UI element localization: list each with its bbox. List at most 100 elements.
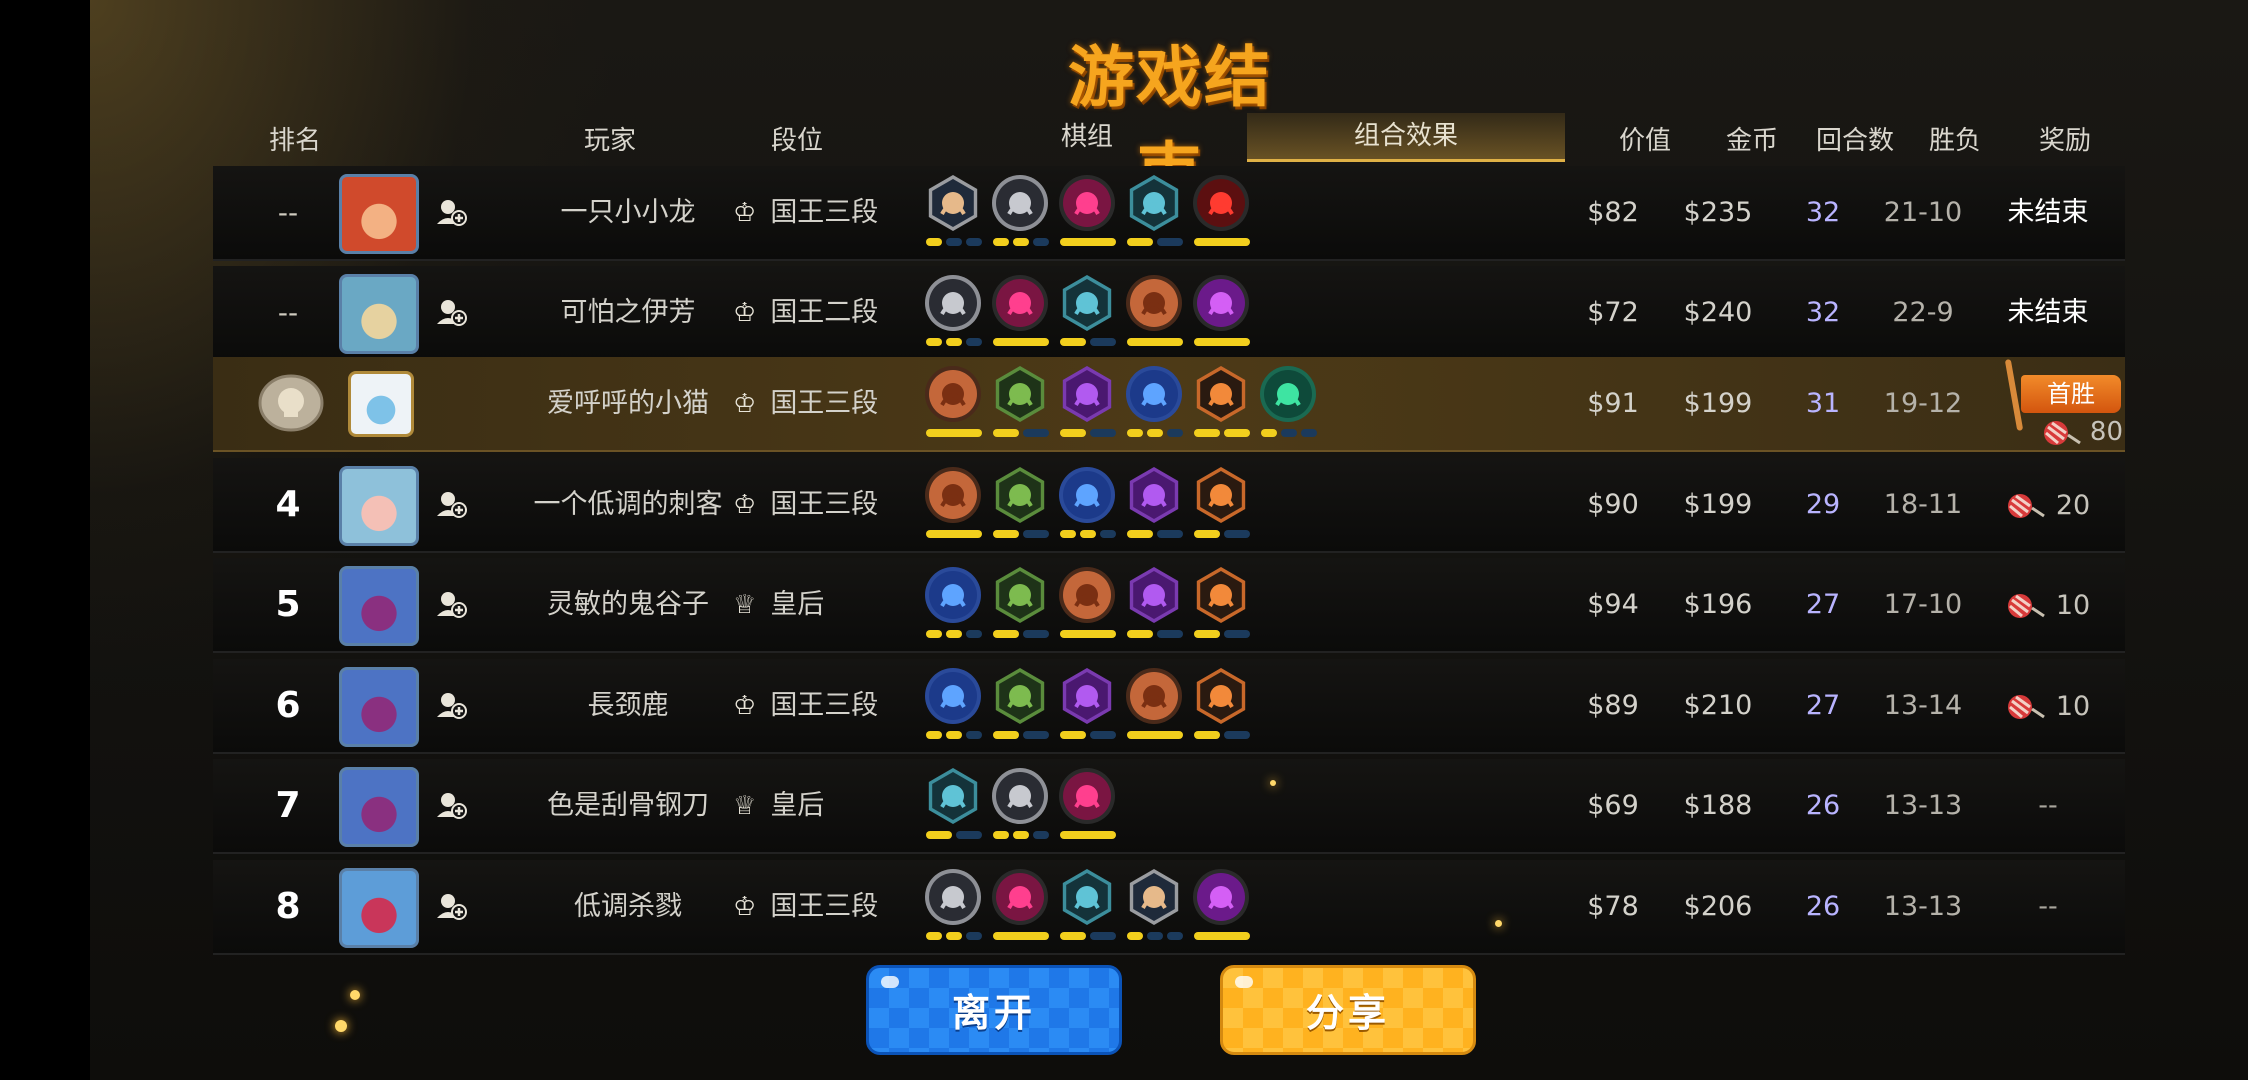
level-bar-inactive [1090, 932, 1116, 940]
king-chess-icon: ♔ [733, 490, 757, 520]
level-bar-inactive [1033, 831, 1049, 839]
hunter-synergy-icon[interactable] [991, 464, 1049, 526]
spark-particle [350, 990, 360, 1000]
orc-synergy-icon[interactable] [924, 363, 982, 425]
mage-synergy-icon[interactable] [1058, 866, 1116, 928]
add-friend-icon[interactable] [435, 689, 467, 721]
level-bar-active [946, 338, 962, 346]
knight-synergy-icon[interactable] [991, 172, 1049, 234]
level-bar-active [1060, 530, 1076, 538]
level-bar-active [1127, 530, 1153, 538]
devil-synergy-icon[interactable] [1192, 272, 1250, 334]
add-friend-icon[interactable] [435, 890, 467, 922]
player-avatar[interactable] [339, 868, 419, 948]
table-row: 爱呼呼的小猫 ♔ 国王三段 $91 $199 31 19-12 首胜 80 [213, 357, 2125, 452]
warrior-synergy-icon[interactable] [924, 172, 982, 234]
player-avatar[interactable] [339, 767, 419, 847]
demon-synergy-icon[interactable] [1058, 172, 1116, 234]
player-avatar[interactable] [339, 667, 419, 747]
player-name: 長颈鹿 [587, 690, 669, 721]
mage-synergy-icon[interactable] [1125, 172, 1183, 234]
level-bar-inactive [946, 238, 962, 246]
level-bar-active [1060, 932, 1086, 940]
druid-synergy-icon[interactable] [1192, 464, 1250, 526]
druid-synergy-icon[interactable] [1192, 363, 1250, 425]
table-row: 7 色是刮骨钢刀 ♕ 皇后 $69 $188 26 13-13 -- [213, 759, 2125, 854]
add-friend-icon[interactable] [435, 196, 467, 228]
druid-synergy-icon[interactable] [1192, 665, 1250, 727]
orc-synergy-icon[interactable] [924, 464, 982, 526]
knight-synergy-icon[interactable] [924, 866, 982, 928]
level-bar-inactive [1301, 429, 1317, 437]
win-loss: 13-14 [1883, 690, 1963, 721]
player-avatar[interactable] [339, 566, 419, 646]
level-bar-inactive [1157, 238, 1183, 246]
player-avatar[interactable] [348, 371, 414, 437]
orc-synergy-icon[interactable] [1125, 272, 1183, 334]
warrior-synergy-icon[interactable] [1125, 866, 1183, 928]
level-bar-inactive [1167, 932, 1183, 940]
header-rounds: 回合数 [1815, 126, 1894, 156]
hunter-synergy-icon[interactable] [991, 363, 1049, 425]
player-avatar[interactable] [339, 174, 419, 254]
king-chess-icon: ♔ [733, 389, 757, 419]
tier-label: 国王三段 [770, 891, 879, 922]
add-friend-icon[interactable] [435, 588, 467, 620]
spark-particle [335, 1020, 347, 1032]
player-avatar[interactable] [339, 274, 419, 354]
druid-synergy-icon[interactable] [1192, 564, 1250, 626]
reward-cell: 未结束 [1973, 166, 2123, 259]
level-bar-active [1194, 238, 1250, 246]
reward-cell: 20 [1973, 458, 2123, 551]
level-bar-inactive [1033, 238, 1049, 246]
demon-synergy-icon[interactable] [1058, 765, 1116, 827]
hunter-synergy-icon[interactable] [991, 564, 1049, 626]
tab-synergy[interactable]: 组合效果 [1247, 113, 1565, 162]
level-bar-active [1060, 630, 1116, 638]
assassin-synergy-icon[interactable] [1125, 363, 1183, 425]
knight-synergy-icon[interactable] [991, 765, 1049, 827]
warlock-synergy-icon[interactable] [1125, 564, 1183, 626]
header-tier: 段位 [770, 126, 823, 156]
assassin-synergy-icon[interactable] [924, 564, 982, 626]
level-bar-inactive [1157, 630, 1183, 638]
player-name: 灵敏的鬼谷子 [547, 589, 709, 620]
orc-synergy-icon[interactable] [1125, 665, 1183, 727]
demon-synergy-icon[interactable] [991, 866, 1049, 928]
warlock-synergy-icon[interactable] [1058, 363, 1116, 425]
assassin-synergy-icon[interactable] [924, 665, 982, 727]
beast-synergy-icon[interactable] [1259, 363, 1317, 425]
mage-synergy-icon[interactable] [924, 765, 982, 827]
level-bar-active [993, 530, 1019, 538]
orc-synergy-icon[interactable] [1058, 564, 1116, 626]
warlock-synergy-icon[interactable] [1125, 464, 1183, 526]
level-bar-active [1060, 429, 1086, 437]
devil-synergy-icon[interactable] [1192, 866, 1250, 928]
mage-synergy-icon[interactable] [1058, 272, 1116, 334]
assassin-synergy-icon[interactable] [1058, 464, 1116, 526]
king-chess-icon: ♔ [733, 198, 757, 228]
player-name: 低调杀戮 [574, 891, 682, 922]
player-gold: $235 [1683, 197, 1753, 228]
header-value: 价值 [1618, 126, 1671, 156]
level-bar-active [993, 238, 1009, 246]
add-friend-icon[interactable] [435, 488, 467, 520]
add-friend-icon[interactable] [435, 296, 467, 328]
player-avatar[interactable] [339, 466, 419, 546]
sea-synergy-icon[interactable] [1192, 172, 1250, 234]
table-row: -- 一只小小龙 ♔ 国王三段 $82 $235 32 21-10 未结束 [213, 166, 2125, 261]
tab-pieces[interactable]: 棋组 [1037, 116, 1137, 153]
king-chess-icon: ♔ [733, 892, 757, 922]
add-friend-icon[interactable] [435, 789, 467, 821]
level-bar-active [993, 338, 1049, 346]
level-bar-active [926, 429, 982, 437]
hunter-synergy-icon[interactable] [991, 665, 1049, 727]
rounds-played: 26 [1805, 790, 1841, 821]
leave-button[interactable]: 离开 [866, 965, 1122, 1055]
knight-synergy-icon[interactable] [924, 272, 982, 334]
demon-synergy-icon[interactable] [991, 272, 1049, 334]
share-button[interactable]: 分享 [1220, 965, 1476, 1055]
rounds-played: 32 [1805, 297, 1841, 328]
reward-amount: 80 [2013, 417, 2123, 447]
warlock-synergy-icon[interactable] [1058, 665, 1116, 727]
